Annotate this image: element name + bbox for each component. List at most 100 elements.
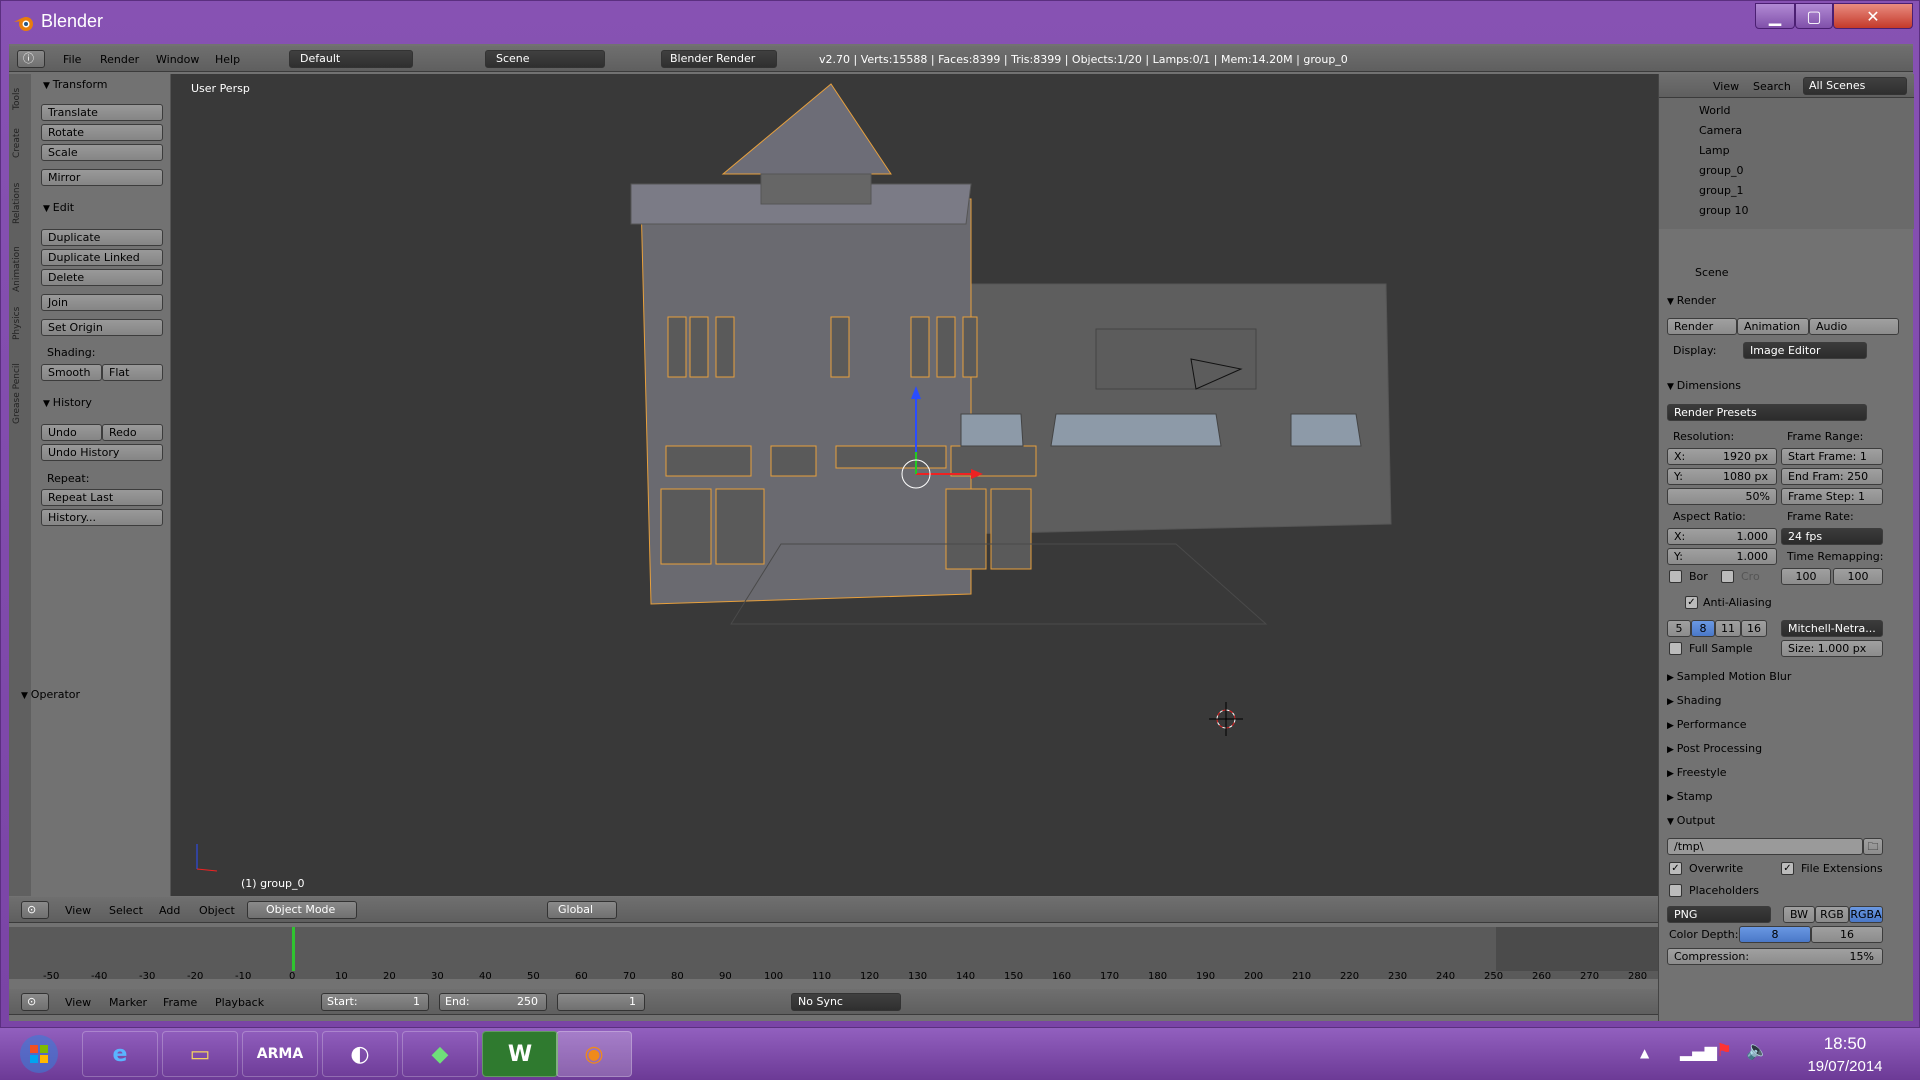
aspect-y-field[interactable]: Y: 1.000	[1667, 548, 1777, 565]
placeholders-checkbox[interactable]	[1669, 884, 1682, 897]
blender-taskbar-icon[interactable]: ◉	[556, 1031, 632, 1077]
flat-button[interactable]: Flat	[102, 364, 163, 381]
3d-viewport[interactable]: User Persp (1) group_0	[171, 74, 1658, 896]
sampled-motion-blur-panel[interactable]: Sampled Motion Blur	[1667, 670, 1792, 683]
performance-panel[interactable]: Performance	[1667, 718, 1747, 731]
join-button[interactable]: Join	[41, 294, 163, 311]
resolution-y-field[interactable]: Y: 1080 px	[1667, 468, 1777, 485]
aa-size-field[interactable]: Size: 1.000 px	[1781, 640, 1883, 657]
scale-button[interactable]: Scale	[41, 144, 163, 161]
current-frame-marker[interactable]	[292, 927, 295, 971]
file-format-select[interactable]: PNG	[1667, 906, 1771, 923]
arma-icon[interactable]: ARMA	[242, 1031, 318, 1077]
aa-samples-16[interactable]: 16	[1741, 620, 1767, 637]
menu-playback[interactable]: Playback	[215, 996, 264, 1009]
outliner-item-camera[interactable]: Camera	[1699, 124, 1742, 137]
history-button[interactable]: History...	[41, 509, 163, 526]
freestyle-panel[interactable]: Freestyle	[1667, 766, 1727, 779]
rgb-button[interactable]: RGB	[1815, 906, 1849, 923]
screen-layout-select[interactable]: Default	[289, 50, 413, 68]
undo-button[interactable]: Undo	[41, 424, 102, 441]
action-center-icon[interactable]: ⚑	[1716, 1040, 1732, 1061]
output-folder-button[interactable]: 🗀	[1863, 838, 1883, 855]
rotate-button[interactable]: Rotate	[41, 124, 163, 141]
sims-icon[interactable]: ◆	[402, 1031, 478, 1077]
tab-relations[interactable]: Relations	[12, 183, 22, 224]
frame-rate-select[interactable]: 24 fps	[1781, 528, 1883, 545]
shading-panel[interactable]: Shading	[1667, 694, 1722, 707]
display-select[interactable]: Image Editor	[1743, 342, 1867, 359]
anti-aliasing-checkbox[interactable]: ✓	[1685, 596, 1698, 609]
menu-render[interactable]: Render	[100, 53, 139, 66]
view3d-editor-type[interactable]: ⊙	[21, 901, 49, 919]
audio-button[interactable]: Audio	[1809, 318, 1899, 335]
aa-samples-11[interactable]: 11	[1715, 620, 1741, 637]
show-hidden-icons-icon[interactable]: ▲	[1640, 1046, 1649, 1060]
timeline-editor-type[interactable]: ⊙	[21, 993, 49, 1011]
volume-icon[interactable]: 🔈	[1746, 1040, 1768, 1061]
remap-old-field[interactable]: 100	[1781, 568, 1831, 585]
aa-filter-select[interactable]: Mitchell-Netra...	[1781, 620, 1883, 637]
maximize-button[interactable]: ▢	[1795, 3, 1833, 29]
start-frame-field[interactable]: Start: 1	[321, 993, 429, 1011]
aa-samples-5[interactable]: 5	[1667, 620, 1691, 637]
stamp-panel[interactable]: Stamp	[1667, 790, 1713, 803]
remap-new-field[interactable]: 100	[1833, 568, 1883, 585]
outliner-item-group-0[interactable]: group_0	[1699, 164, 1743, 177]
set-origin-select[interactable]: Set Origin	[41, 319, 163, 336]
render-presets-select[interactable]: Render Presets	[1667, 404, 1867, 421]
rgba-button[interactable]: RGBA	[1849, 906, 1883, 923]
redo-button[interactable]: Redo	[102, 424, 163, 441]
render-button[interactable]: Render	[1667, 318, 1737, 335]
clock-date[interactable]: 19/07/2014	[1770, 1058, 1920, 1075]
end-frame-field[interactable]: End: 250	[439, 993, 547, 1011]
end-frame-field[interactable]: End Fram: 250	[1781, 468, 1883, 485]
w-app-icon[interactable]: W	[482, 1031, 558, 1077]
file-explorer-icon[interactable]: ▭	[162, 1031, 238, 1077]
tab-grease-pencil[interactable]: Grease Pencil	[12, 363, 22, 424]
internet-explorer-icon[interactable]: e	[82, 1031, 158, 1077]
output-path-field[interactable]: /tmp\	[1667, 838, 1863, 855]
outliner-item-lamp[interactable]: Lamp	[1699, 144, 1730, 157]
editor-type-button[interactable]: ⓘ	[17, 50, 45, 68]
menu-object[interactable]: Object	[199, 904, 235, 917]
sync-select[interactable]: No Sync	[791, 993, 901, 1011]
outliner-item-world[interactable]: World	[1699, 104, 1731, 117]
outliner-item-group-10[interactable]: group 10	[1699, 204, 1748, 217]
anti-aliasing-panel-title[interactable]: Anti-Aliasing	[1703, 596, 1772, 609]
aspect-x-field[interactable]: X: 1.000	[1667, 528, 1777, 545]
duplicate-button[interactable]: Duplicate	[41, 229, 163, 246]
operator-panel-title[interactable]: Operator	[21, 688, 80, 701]
outliner[interactable]: View Search All Scenes World Camera Lamp…	[1659, 74, 1914, 229]
steam-icon[interactable]: ◐	[322, 1031, 398, 1077]
outliner-item-group-1[interactable]: group_1	[1699, 184, 1743, 197]
menu-marker[interactable]: Marker	[109, 996, 147, 1009]
menu-file[interactable]: File	[63, 53, 81, 66]
building-model[interactable]	[171, 74, 1658, 896]
network-icon[interactable]: ▂▄▆	[1680, 1042, 1717, 1061]
start-frame-field[interactable]: Start Frame: 1	[1781, 448, 1883, 465]
tab-animation[interactable]: Animation	[12, 246, 22, 292]
color-depth-16[interactable]: 16	[1811, 926, 1883, 943]
current-frame-field[interactable]: 1	[557, 993, 645, 1011]
minimize-button[interactable]: ▁	[1755, 3, 1795, 29]
menu-help[interactable]: Help	[215, 53, 240, 66]
smooth-button[interactable]: Smooth	[41, 364, 102, 381]
resolution-percent-field[interactable]: 50%	[1667, 488, 1777, 505]
menu-view[interactable]: View	[65, 996, 91, 1009]
tab-create[interactable]: Create	[12, 128, 22, 158]
close-button[interactable]: ✕	[1833, 3, 1913, 29]
output-panel-title[interactable]: Output	[1667, 814, 1715, 827]
overwrite-checkbox[interactable]: ✓	[1669, 862, 1682, 875]
start-button[interactable]	[4, 1031, 74, 1077]
frame-step-field[interactable]: Frame Step: 1	[1781, 488, 1883, 505]
scene-select[interactable]: Scene	[485, 50, 605, 68]
mirror-button[interactable]: Mirror	[41, 169, 163, 186]
delete-button[interactable]: Delete	[41, 269, 163, 286]
file-extensions-checkbox[interactable]: ✓	[1781, 862, 1794, 875]
compression-field[interactable]: Compression: 15%	[1667, 948, 1883, 965]
duplicate-linked-button[interactable]: Duplicate Linked	[41, 249, 163, 266]
transform-panel-title[interactable]: Transform	[43, 78, 108, 91]
post-processing-panel[interactable]: Post Processing	[1667, 742, 1762, 755]
resolution-x-field[interactable]: X: 1920 px	[1667, 448, 1777, 465]
